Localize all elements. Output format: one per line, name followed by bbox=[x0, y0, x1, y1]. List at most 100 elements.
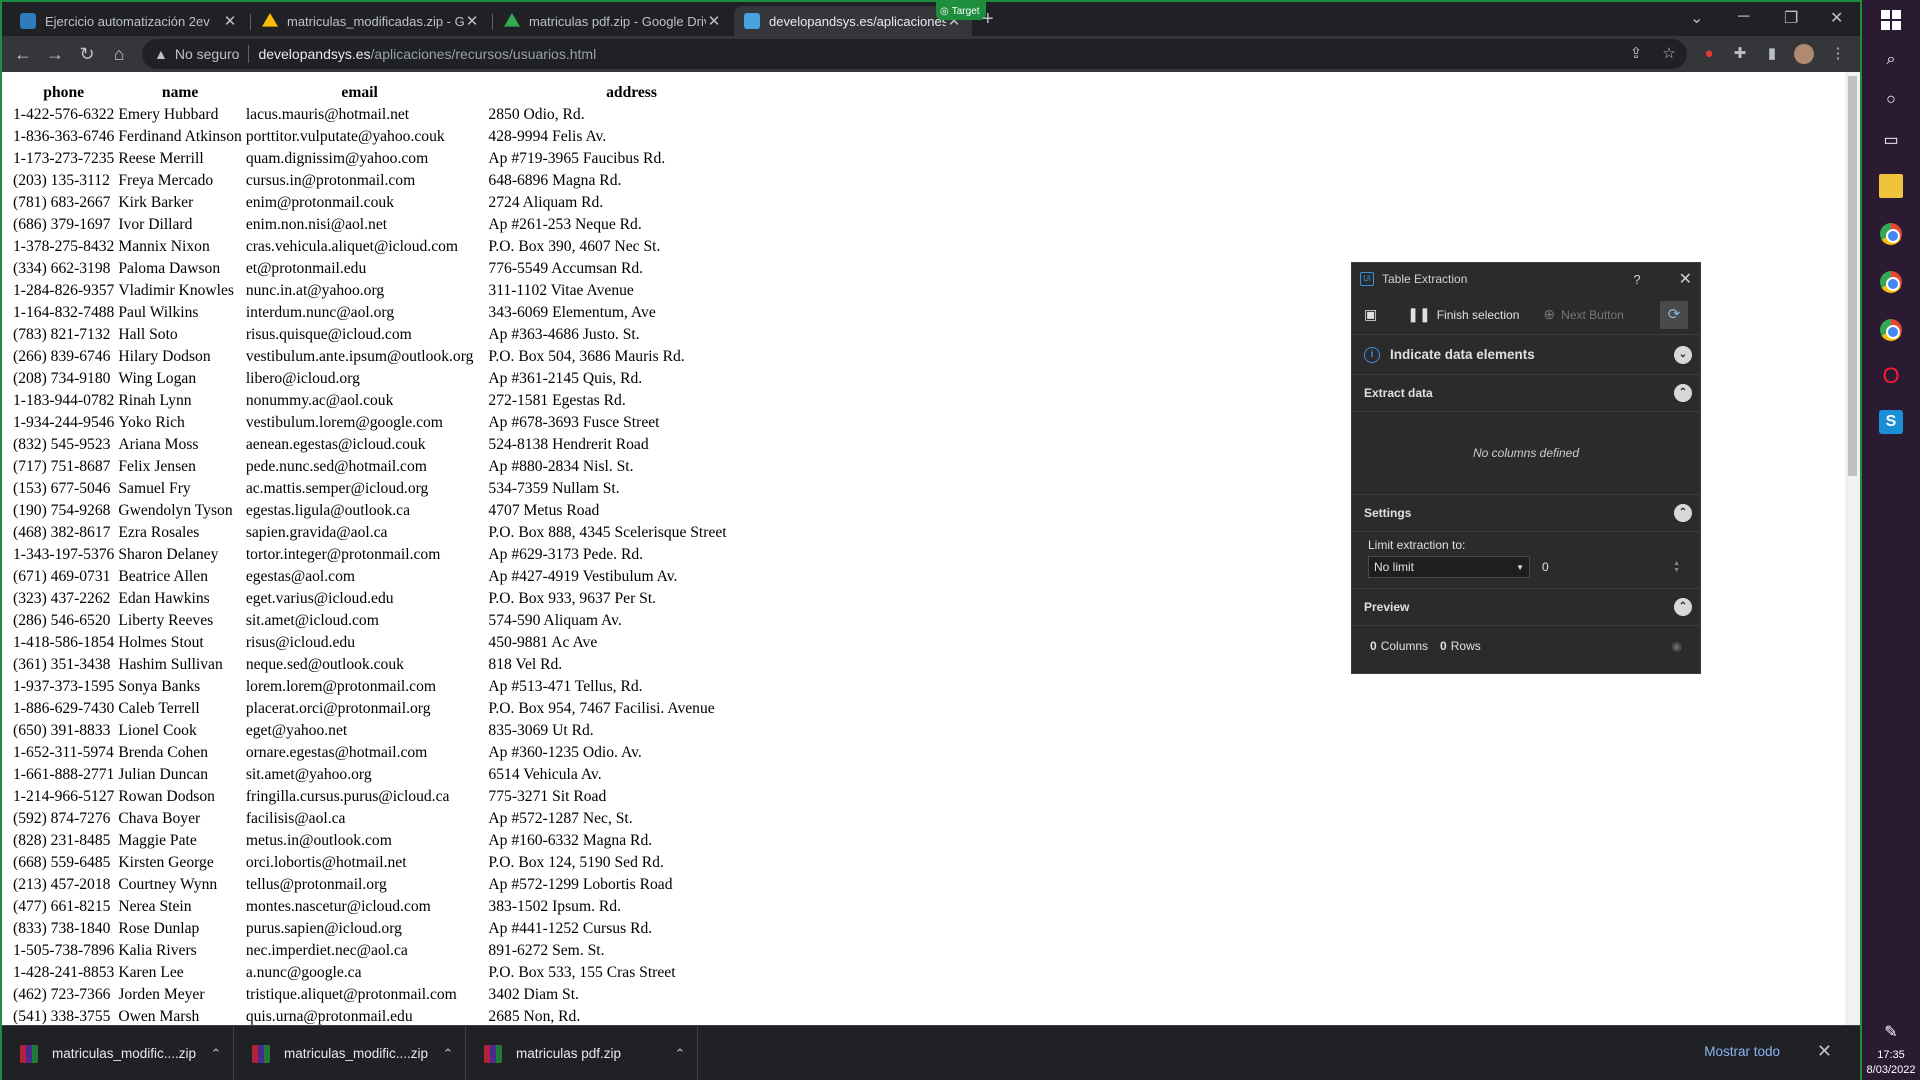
cell-phone: 1-505-738-7896 bbox=[13, 942, 115, 959]
cell-address: Ap #360-1235 Odio. Av. bbox=[488, 744, 642, 761]
refresh-icon[interactable]: ⟳ bbox=[1660, 300, 1688, 329]
tab-matriculas-modificadas[interactable]: matriculas_modificadas.zip - Goo ✕ bbox=[252, 6, 490, 36]
chrome-profile-icon[interactable] bbox=[1879, 222, 1903, 246]
menu-kebab-icon[interactable]: ⋮ bbox=[1828, 44, 1848, 64]
cell-address: Ap #361-2145 Quis, Rd. bbox=[488, 370, 643, 387]
cell-phone: (832) 545-9523 bbox=[13, 436, 111, 453]
search-icon[interactable]: ⌕ bbox=[1879, 48, 1903, 72]
preview-section-header[interactable]: Preview ⌃ bbox=[1352, 589, 1700, 626]
share-icon[interactable]: ⇪ bbox=[1626, 44, 1646, 64]
extension-record-icon[interactable]: ● bbox=[1699, 44, 1719, 64]
tab-search-icon[interactable]: ⌄ bbox=[1690, 8, 1703, 28]
tab-ejercicio[interactable]: Ejercicio automatización 2ev ✕ bbox=[10, 6, 248, 36]
cell-name: Karen Lee bbox=[118, 964, 184, 981]
extensions-puzzle-icon[interactable]: ✚ bbox=[1730, 44, 1750, 64]
table-row: (650) 391-8833 Lionel Cook eget@yahoo.net 8… bbox=[12, 720, 728, 742]
cell-email: fringilla.cursus.purus@icloud.ca bbox=[245, 788, 450, 805]
security-label[interactable]: No seguro bbox=[175, 46, 240, 62]
cell-name: Hashim Sullivan bbox=[118, 656, 223, 673]
cell-address: 2724 Aliquam Rd. bbox=[488, 194, 604, 211]
target-icon: ◎ bbox=[940, 5, 949, 17]
table-row: (671) 469-0731 Beatrice Allen egestas@aol.… bbox=[12, 566, 728, 588]
cell-email: cras.vehicula.aliquet@icloud.com bbox=[245, 238, 459, 255]
users-table: phone name email address 1-422-576-6322 E… bbox=[10, 82, 730, 1025]
chrome-icon[interactable] bbox=[1879, 270, 1903, 294]
cell-name: Edan Hawkins bbox=[118, 590, 210, 607]
cell-email: egestas.ligula@outlook.ca bbox=[245, 502, 411, 519]
stepper-arrows-icon[interactable]: ▲ ▼ bbox=[1673, 560, 1680, 574]
cell-address: Ap #363-4686 Justo. St. bbox=[488, 326, 640, 343]
forward-icon[interactable]: → bbox=[44, 43, 66, 65]
download-item[interactable]: matriculas_modific....zip ⌃ bbox=[234, 1026, 466, 1080]
reload-icon[interactable]: ↻ bbox=[76, 43, 98, 65]
pen-icon[interactable]: ✎ bbox=[1879, 1020, 1903, 1044]
cell-name: Maggie Pate bbox=[118, 832, 197, 849]
cell-address: Ap #427-4919 Vestibulum Av. bbox=[488, 568, 678, 585]
url-host: developandsys.es bbox=[258, 46, 371, 62]
restore-icon[interactable]: ❐ bbox=[1784, 8, 1798, 28]
close-icon[interactable]: ✕ bbox=[1817, 1041, 1832, 1062]
cell-email: montes.nascetur@icloud.com bbox=[245, 898, 431, 915]
close-tab-icon[interactable]: ✕ bbox=[464, 12, 480, 30]
download-item[interactable]: matriculas_modific....zip ⌃ bbox=[2, 1026, 234, 1080]
chevron-down-icon[interactable]: ⌄ bbox=[1674, 345, 1692, 364]
pause-icon: ❚❚ bbox=[1407, 306, 1431, 322]
limit-dropdown[interactable]: No limit ▼ bbox=[1368, 556, 1530, 578]
cell-phone: (671) 469-0731 bbox=[13, 568, 111, 585]
table-row: (717) 751-8687 Felix Jensen pede.nunc.sed@… bbox=[12, 456, 728, 478]
tab-matriculas-pdf[interactable]: matriculas pdf.zip - Google Drive ✕ bbox=[494, 6, 732, 36]
system-clock[interactable]: 17:35 8/03/2022 bbox=[1862, 1048, 1920, 1078]
next-button-button[interactable]: ⊕ Next Button bbox=[1543, 306, 1623, 323]
extract-section-header[interactable]: Extract data ⌃ bbox=[1352, 375, 1700, 412]
cell-email: enim@protonmail.couk bbox=[245, 194, 394, 211]
warning-icon[interactable]: ▲ bbox=[154, 46, 168, 62]
side-panel-icon[interactable]: ▮ bbox=[1762, 44, 1782, 64]
chrome-profile-icon[interactable] bbox=[1879, 318, 1903, 342]
chevron-up-icon[interactable]: ⌃ bbox=[1674, 384, 1692, 402]
eye-icon[interactable]: ◉ bbox=[1672, 639, 1682, 653]
close-tab-icon[interactable]: ✕ bbox=[706, 12, 722, 30]
cell-address: 4707 Metus Road bbox=[488, 502, 600, 519]
show-all-downloads-button[interactable]: Mostrar todo bbox=[1704, 1044, 1780, 1059]
cortana-icon[interactable]: ○ bbox=[1879, 88, 1903, 112]
cell-name: Hall Soto bbox=[118, 326, 178, 343]
vertical-scrollbar[interactable] bbox=[1845, 72, 1860, 1025]
minimize-icon[interactable]: ─ bbox=[1738, 8, 1749, 26]
address-bar[interactable]: ▲ No seguro developandsys.es /aplicacion… bbox=[142, 39, 1687, 69]
home-icon[interactable]: ⌂ bbox=[108, 43, 130, 65]
opera-icon[interactable]: O bbox=[1879, 363, 1903, 388]
file-explorer-icon[interactable] bbox=[1879, 174, 1903, 198]
table-row: (468) 382-8617 Ezra Rosales sapien.gravida… bbox=[12, 522, 728, 544]
profile-avatar-icon[interactable] bbox=[1794, 44, 1814, 64]
download-item[interactable]: matriculas pdf.zip ⌃ bbox=[466, 1026, 698, 1080]
cell-email: vestibulum.ante.ipsum@outlook.org bbox=[245, 348, 474, 365]
save-button[interactable]: ▣ bbox=[1364, 306, 1383, 323]
task-view-icon[interactable]: ▭ bbox=[1879, 128, 1903, 152]
bookmark-star-icon[interactable]: ☆ bbox=[1659, 44, 1679, 64]
cell-name: Caleb Terrell bbox=[118, 700, 200, 717]
chevron-up-icon[interactable]: ⌃ bbox=[663, 1046, 697, 1062]
close-tab-icon[interactable]: ✕ bbox=[222, 12, 238, 30]
scrollbar-thumb[interactable] bbox=[1848, 76, 1857, 476]
new-tab-button[interactable]: + bbox=[982, 8, 994, 31]
chevron-up-icon[interactable]: ⌃ bbox=[431, 1046, 465, 1062]
cell-phone: 1-418-586-1854 bbox=[13, 634, 115, 651]
chevron-up-icon[interactable]: ⌃ bbox=[199, 1046, 233, 1062]
settings-section-header[interactable]: Settings ⌃ bbox=[1352, 495, 1700, 532]
cell-email: risus@icloud.edu bbox=[245, 634, 356, 651]
help-icon[interactable]: ? bbox=[1633, 272, 1640, 287]
app-s-icon[interactable]: S bbox=[1879, 410, 1903, 434]
cell-address: 272-1581 Egestas Rd. bbox=[488, 392, 626, 409]
finish-selection-button[interactable]: ❚❚ Finish selection bbox=[1407, 306, 1519, 323]
close-icon[interactable]: ✕ bbox=[1679, 269, 1692, 289]
close-window-icon[interactable]: ✕ bbox=[1830, 8, 1843, 28]
back-icon[interactable]: ← bbox=[12, 43, 34, 65]
cell-address: P.O. Box 504, 3686 Mauris Rd. bbox=[488, 348, 685, 365]
indicate-section-header[interactable]: i Indicate data elements ⌄ bbox=[1352, 335, 1700, 375]
chevron-up-icon[interactable]: ⌃ bbox=[1674, 504, 1692, 522]
chevron-up-icon[interactable]: ⌃ bbox=[1674, 598, 1692, 616]
cell-address: 450-9881 Ac Ave bbox=[488, 634, 598, 651]
limit-count-stepper[interactable]: 0 ▲ ▼ bbox=[1538, 556, 1684, 578]
windows-start-icon[interactable] bbox=[1879, 8, 1903, 32]
header-address: address bbox=[606, 84, 657, 101]
